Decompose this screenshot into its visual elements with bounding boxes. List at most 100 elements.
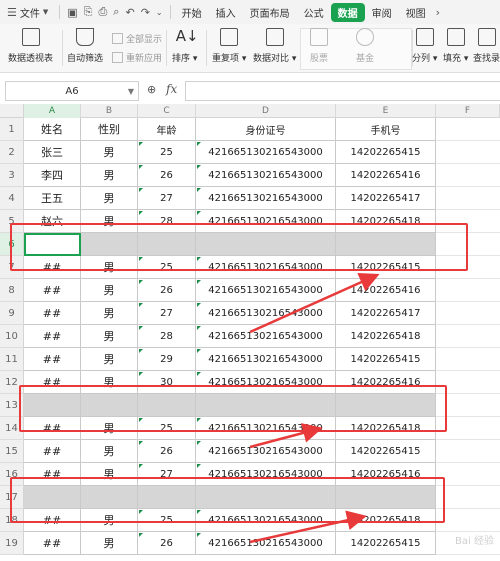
fx-icon[interactable]: fx	[166, 82, 177, 96]
row-header[interactable]: 19	[0, 532, 24, 555]
find-record-button[interactable]: 查找录	[473, 28, 500, 64]
cell-name[interactable]: 李四	[24, 164, 81, 187]
cell-id-number[interactable]: 421665130216543000	[196, 187, 336, 210]
cell-phone[interactable]: 14202265417	[336, 187, 436, 210]
cell-age[interactable]: 27	[138, 187, 196, 210]
column-header-f[interactable]: F	[436, 104, 500, 118]
more-tabs-icon[interactable]: ›	[433, 6, 443, 19]
funds-button[interactable]: 基金	[356, 28, 374, 64]
row-header[interactable]: 10	[0, 325, 24, 348]
save-icon[interactable]: ▣	[64, 6, 80, 19]
select-all-corner[interactable]	[0, 104, 24, 118]
reapply-button[interactable]: 重新应用	[112, 51, 162, 64]
cell-gender[interactable]: 男	[81, 279, 138, 302]
row-header[interactable]: 15	[0, 440, 24, 463]
cell-name[interactable]: ##	[24, 532, 81, 555]
cell-age[interactable]: 29	[138, 348, 196, 371]
print-icon[interactable]: ⎙	[95, 5, 110, 19]
tab-view[interactable]: 视图	[399, 0, 433, 24]
cell-id-number[interactable]: 421665130216543000	[196, 440, 336, 463]
cell-empty[interactable]	[436, 463, 500, 486]
undo-icon[interactable]: ↶	[122, 6, 137, 19]
cell-id-number[interactable]: 身份证号	[196, 118, 336, 141]
cell-phone[interactable]: 14202265417	[336, 302, 436, 325]
cell-age[interactable]: 26	[138, 440, 196, 463]
cell-age[interactable]: 26	[138, 279, 196, 302]
tab-data[interactable]: 数据	[330, 0, 365, 24]
sort-button[interactable]: A↓ 排序 ▾	[172, 28, 199, 64]
cell-empty[interactable]	[436, 302, 500, 325]
cell-phone[interactable]: 14202265418	[336, 325, 436, 348]
cell-gender[interactable]: 男	[81, 302, 138, 325]
cell-gender[interactable]: 男	[81, 532, 138, 555]
cell-empty[interactable]	[436, 440, 500, 463]
column-header-d[interactable]: D	[196, 104, 336, 118]
cell-phone[interactable]: 14202265415	[336, 532, 436, 555]
cell-name[interactable]: ##	[24, 325, 81, 348]
autofilter-button[interactable]: 自动筛选	[67, 28, 103, 64]
cell-phone[interactable]: 14202265415	[336, 141, 436, 164]
cell-name[interactable]: 王五	[24, 187, 81, 210]
cell-empty[interactable]	[436, 187, 500, 210]
cell-id-number[interactable]: 421665130216543000	[196, 325, 336, 348]
cell-gender[interactable]: 男	[81, 141, 138, 164]
tab-page-layout[interactable]: 页面布局	[243, 0, 297, 24]
fill-button[interactable]: 填充 ▾	[443, 28, 468, 64]
column-header-b[interactable]: B	[81, 104, 138, 118]
cell-gender[interactable]: 性别	[81, 118, 138, 141]
cell-id-number[interactable]: 421665130216543000	[196, 141, 336, 164]
row-header[interactable]: 9	[0, 302, 24, 325]
cell-id-number[interactable]: 421665130216543000	[196, 348, 336, 371]
compare-button[interactable]: 数据对比 ▾	[253, 28, 296, 64]
name-box[interactable]: A6 ▼	[5, 81, 139, 101]
column-header-c[interactable]: C	[138, 104, 196, 118]
cell-id-number[interactable]: 421665130216543000	[196, 164, 336, 187]
cell-phone[interactable]: 手机号	[336, 118, 436, 141]
cell-empty[interactable]	[436, 325, 500, 348]
cell-phone[interactable]: 14202265416	[336, 279, 436, 302]
duplicates-button[interactable]: 重复项 ▾	[212, 28, 246, 64]
cell-empty[interactable]	[436, 141, 500, 164]
cell-empty[interactable]	[436, 509, 500, 532]
cell-gender[interactable]: 男	[81, 325, 138, 348]
tab-home[interactable]: 开始	[175, 0, 209, 24]
tab-insert[interactable]: 插入	[209, 0, 243, 24]
redo-icon[interactable]: ↷	[138, 6, 153, 19]
cell-name[interactable]: ##	[24, 279, 81, 302]
cell-name[interactable]: ##	[24, 348, 81, 371]
column-header-a[interactable]: A	[24, 104, 81, 118]
row-header[interactable]: 2	[0, 141, 24, 164]
cell-id-number[interactable]: 421665130216543000	[196, 302, 336, 325]
cell-age[interactable]: 年龄	[138, 118, 196, 141]
print-preview-icon[interactable]: ⌕	[110, 5, 122, 19]
cell-gender[interactable]: 男	[81, 348, 138, 371]
tab-formulas[interactable]: 公式	[297, 0, 331, 24]
cell-phone[interactable]: 14202265415	[336, 348, 436, 371]
pivot-table-button[interactable]: 数据透视表	[8, 28, 53, 64]
cell-age[interactable]: 26	[138, 532, 196, 555]
row-header[interactable]: 8	[0, 279, 24, 302]
cell-empty[interactable]	[436, 486, 500, 509]
menu-file[interactable]: ☰ 文件 ▼	[0, 0, 55, 24]
cell-id-number[interactable]: 421665130216543000	[196, 532, 336, 555]
export-icon[interactable]: ⎘	[81, 5, 96, 19]
cell-name[interactable]: ##	[24, 440, 81, 463]
cell-empty[interactable]	[436, 279, 500, 302]
cell-age[interactable]: 26	[138, 164, 196, 187]
cell-phone[interactable]: 14202265415	[336, 440, 436, 463]
cell-gender[interactable]: 男	[81, 164, 138, 187]
split-column-button[interactable]: 分列 ▾	[412, 28, 437, 64]
cell-id-number[interactable]: 421665130216543000	[196, 279, 336, 302]
column-header-e[interactable]: E	[336, 104, 436, 118]
zoom-search-icon[interactable]: ⊕	[147, 83, 156, 96]
cell-age[interactable]: 27	[138, 302, 196, 325]
cell-age[interactable]: 28	[138, 325, 196, 348]
row-header[interactable]: 1	[0, 118, 24, 141]
formula-input[interactable]	[185, 81, 500, 101]
cell-gender[interactable]: 男	[81, 440, 138, 463]
row-header[interactable]: 3	[0, 164, 24, 187]
cell-name[interactable]: 姓名	[24, 118, 81, 141]
cell-name[interactable]: 张三	[24, 141, 81, 164]
row-header[interactable]: 4	[0, 187, 24, 210]
cell-empty[interactable]	[436, 348, 500, 371]
